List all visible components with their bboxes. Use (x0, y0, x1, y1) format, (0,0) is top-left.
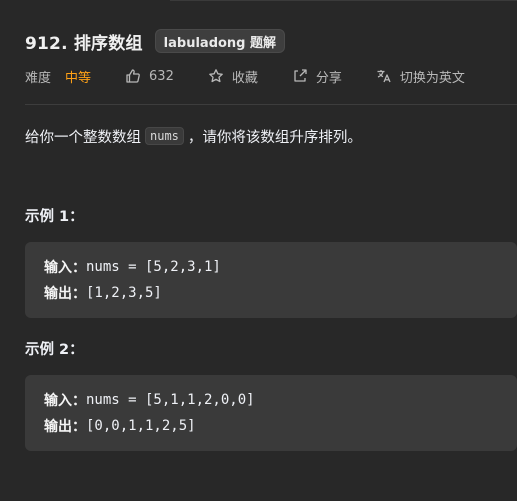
difficulty-label: 难度 (25, 70, 52, 86)
solution-badge[interactable]: labuladong 题解 (154, 29, 286, 53)
problem-header: 912. 排序数组 labuladong 题解 (25, 28, 286, 54)
thumbs-up-icon (125, 68, 141, 84)
translate-label: 切换为英文 (399, 70, 465, 86)
difficulty-value: 中等 (65, 70, 92, 86)
description-text-before: 给你一个整数数组 (25, 129, 141, 146)
share-button[interactable]: 分享 (292, 67, 342, 86)
input-value: nums = [5,2,3,1] (86, 259, 221, 275)
output-label: 输出： (44, 286, 86, 302)
inline-code-nums: nums (145, 127, 184, 145)
example-2-input: 输入： nums = [5,1,1,2,0,0] (44, 389, 255, 411)
output-value: [1,2,3,5] (86, 285, 162, 301)
favorite-label: 收藏 (231, 70, 258, 86)
example-2-output: 输出： [0,0,1,1,2,5] (44, 415, 196, 437)
example-1-output: 输出： [1,2,3,5] (44, 282, 162, 304)
input-value: nums = [5,1,1,2,0,0] (86, 392, 255, 408)
description-text-after: ，请你将该数组升序排列。 (187, 129, 362, 146)
example-1-input: 输入： nums = [5,2,3,1] (44, 256, 221, 278)
translate-button[interactable]: 切换为英文 (376, 67, 465, 86)
output-value: [0,0,1,1,2,5] (86, 418, 196, 434)
like-count: 632 (149, 68, 174, 84)
output-label: 输出： (44, 419, 86, 435)
star-icon (208, 68, 224, 84)
share-label: 分享 (315, 70, 342, 86)
page-title: 912. 排序数组 (25, 33, 143, 54)
problem-meta-bar: 难度 中等 632 收藏 分享 切换为英文 (25, 66, 465, 86)
example-1-block: 输入： nums = [5,2,3,1] 输出： [1,2,3,5] (25, 242, 517, 318)
example-1-heading: 示例 1： (25, 209, 84, 225)
input-label: 输入： (44, 260, 86, 276)
top-divider (170, 0, 517, 1)
input-label: 输入： (44, 393, 86, 409)
translate-icon (376, 68, 392, 84)
example-2-heading: 示例 2： (25, 342, 84, 358)
like-button[interactable]: 632 (125, 68, 174, 84)
favorite-button[interactable]: 收藏 (208, 67, 258, 86)
problem-description: 给你一个整数数组 nums ，请你将该数组升序排列。 (25, 124, 362, 148)
header-divider (25, 104, 517, 105)
share-icon (292, 68, 308, 84)
example-2-block: 输入： nums = [5,1,1,2,0,0] 输出： [0,0,1,1,2,5] (25, 375, 517, 451)
